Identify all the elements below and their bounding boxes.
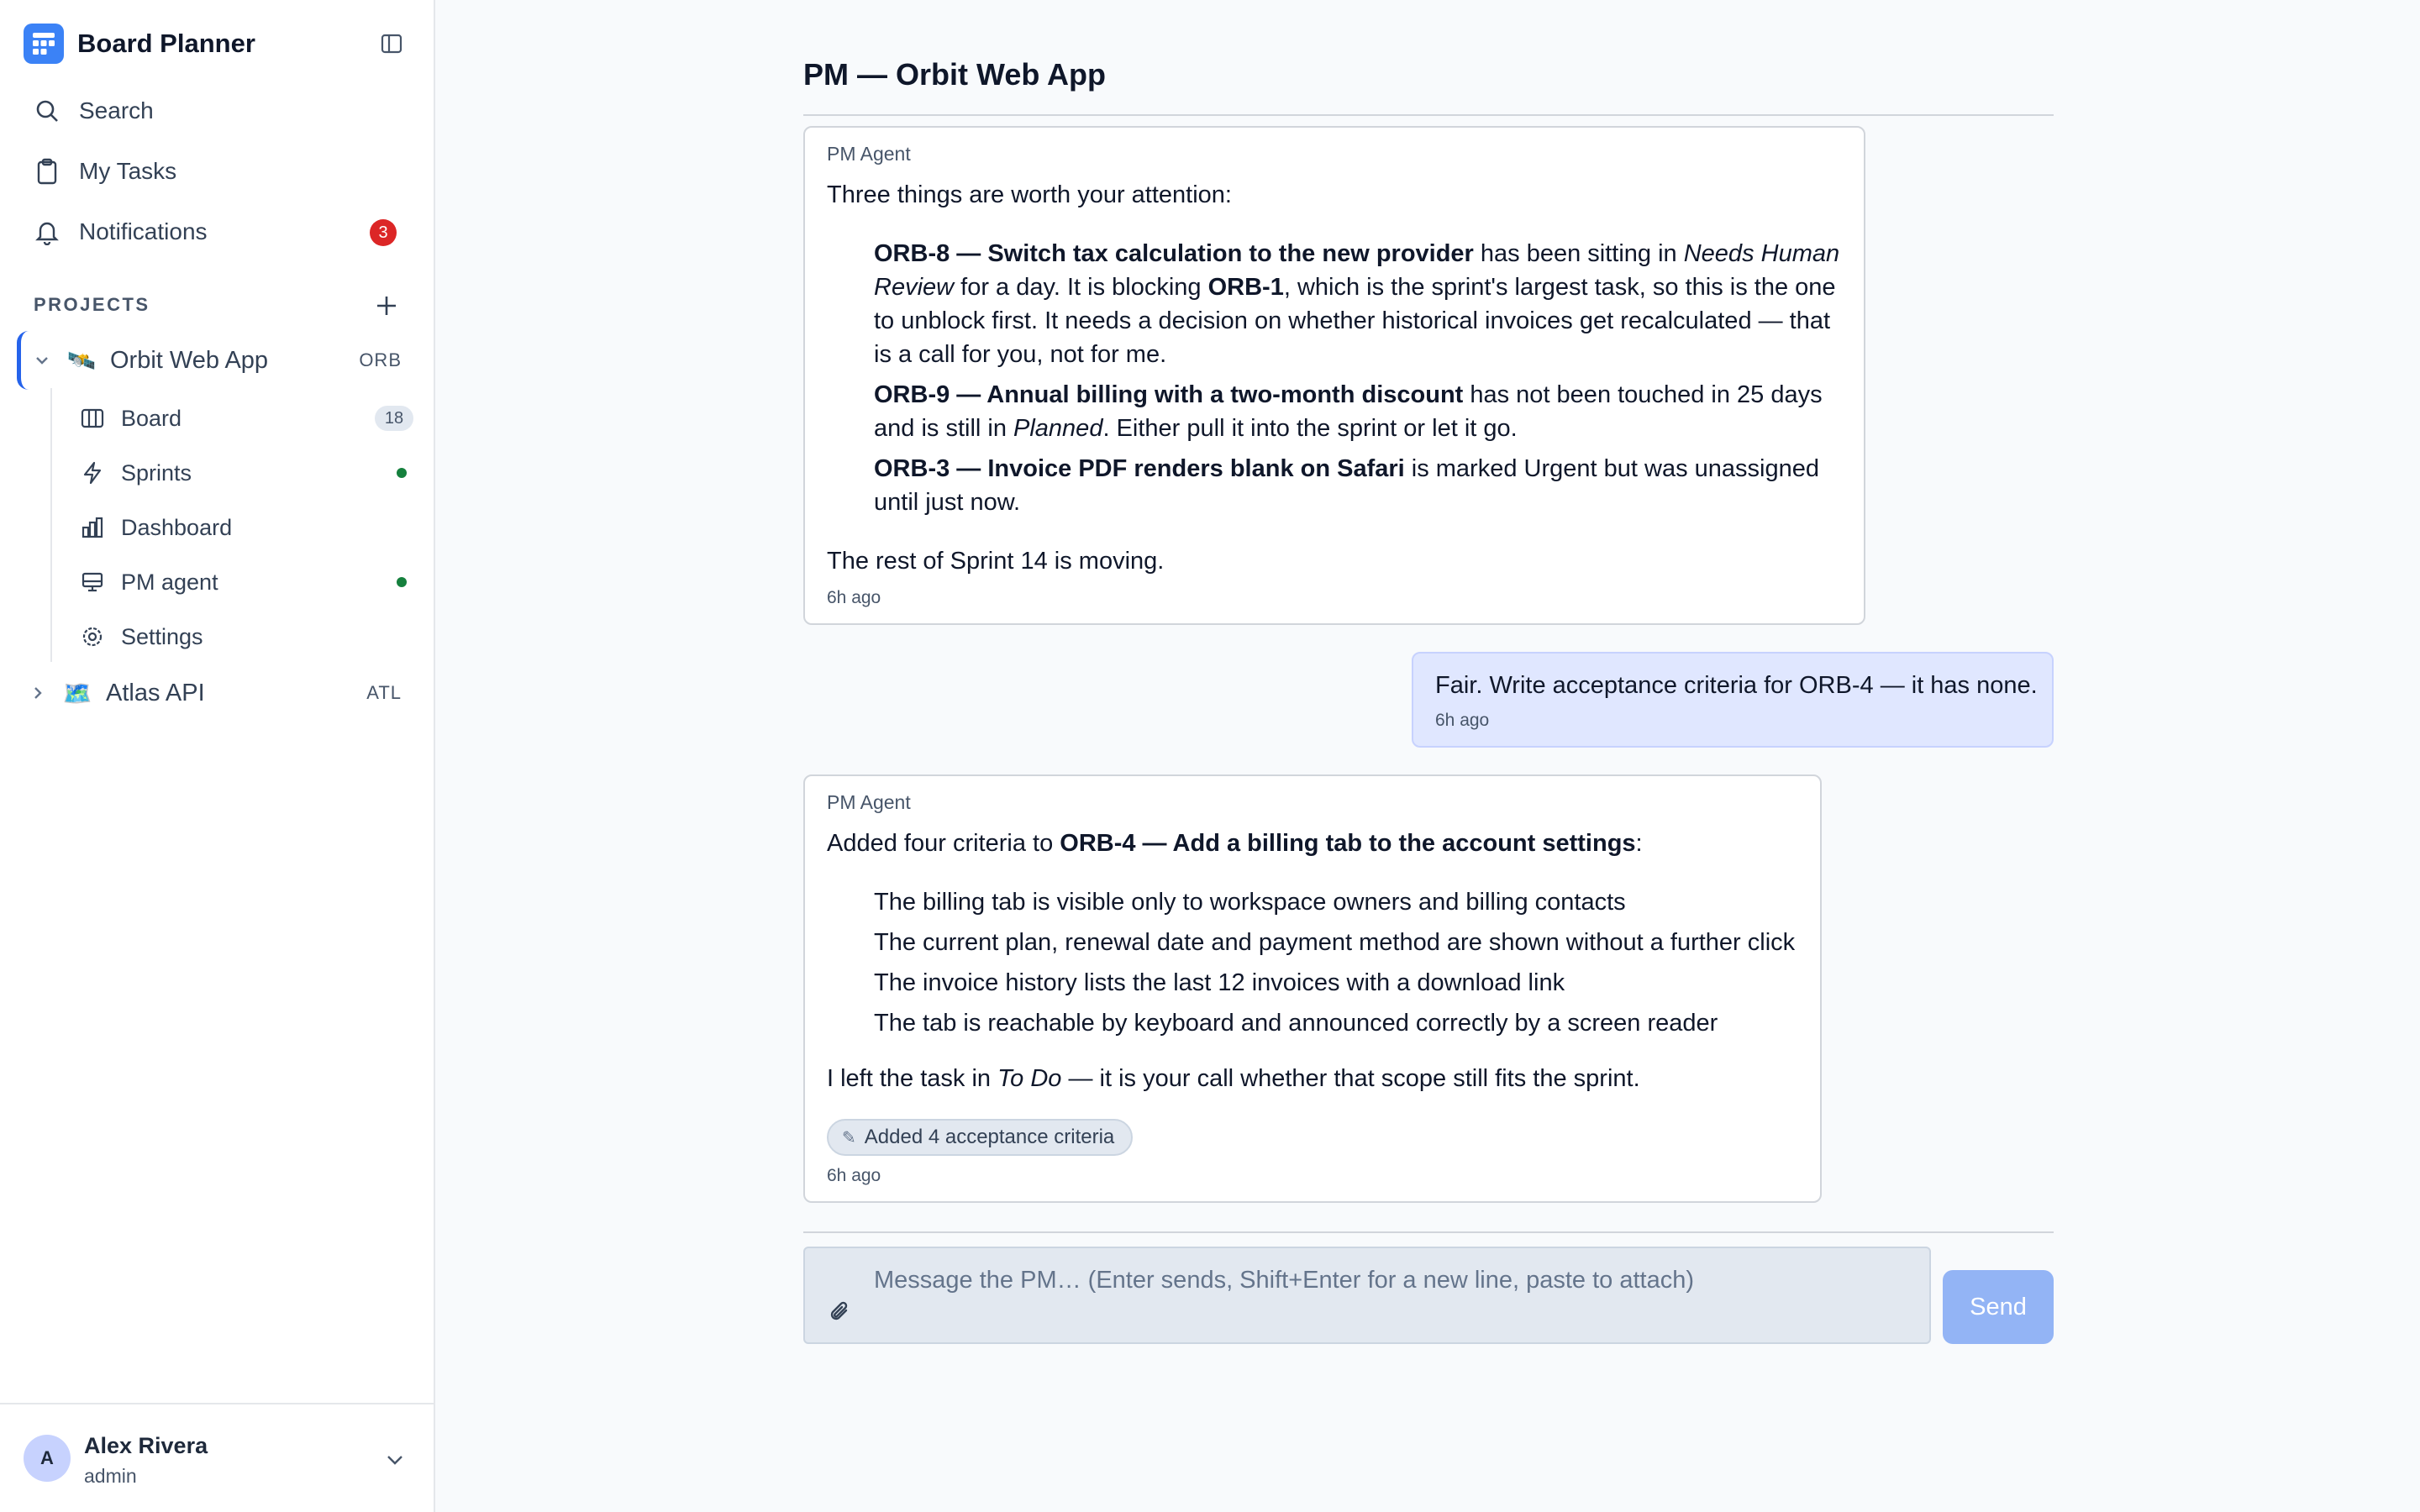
subnav-settings-label: Settings — [121, 623, 203, 649]
subnav-board-label: Board — [121, 405, 182, 431]
chevron-right-icon[interactable] — [17, 685, 59, 701]
avatar: A — [24, 1435, 71, 1482]
subnav-settings[interactable]: Settings — [77, 613, 413, 660]
nav-search-label: Search — [79, 97, 154, 123]
message-timestamp: 6h ago — [827, 588, 881, 607]
project-key: ORB — [359, 349, 402, 370]
message-sender: PM Agent — [827, 143, 911, 165]
pm-agent-status-dot — [397, 577, 407, 587]
clipboard-icon — [22, 158, 72, 185]
subnav-pm-agent[interactable]: PM agent — [77, 559, 413, 606]
message-outro: The rest of Sprint 14 is moving. — [827, 548, 1165, 575]
page-title: PM — Orbit Web App — [803, 57, 1106, 92]
title-divider — [803, 114, 2054, 116]
status-text: To Do — [997, 1065, 1062, 1092]
list-item: The tab is reachable by keyboard and ann… — [874, 1010, 1718, 1037]
message-sender: PM Agent — [827, 791, 911, 813]
user-name: Alex Rivera — [84, 1433, 208, 1458]
attention-list: ORB-8 — Switch tax calculation to the ne… — [874, 237, 1849, 526]
add-project-plus-icon[interactable] — [370, 289, 403, 323]
sidebar-toggle-icon[interactable] — [375, 30, 408, 57]
paperclip-icon[interactable] — [823, 1295, 857, 1329]
action-chip-label: Added 4 acceptance criteria — [864, 1126, 1115, 1148]
list-item: The billing tab is visible only to works… — [874, 889, 1626, 916]
message-intro-text: Added four criteria to — [827, 830, 1060, 857]
list-item-text: . Either pull it into the sprint or let … — [1102, 415, 1518, 442]
user-message-text: Fair. Write acceptance criteria for ORB-… — [1435, 672, 2038, 699]
message-timestamp: 6h ago — [1435, 711, 1490, 730]
sprints-status-dot — [397, 468, 407, 478]
chevron-down-icon[interactable] — [21, 353, 63, 368]
pencil-icon: ✎ — [842, 1128, 856, 1147]
list-item-text: has been sitting in — [1473, 240, 1684, 267]
user-role: admin — [84, 1465, 137, 1487]
message-intro: Added four criteria to ORB-4 — Add a bil… — [827, 827, 1802, 860]
list-item: The current plan, renewal date and payme… — [874, 929, 1796, 956]
list-item-text: for a day. It is blocking — [954, 274, 1208, 301]
nav-my-tasks-label: My Tasks — [79, 158, 177, 184]
project-subnav: Board 18 Sprints Dashboard PM agent Sett… — [50, 388, 418, 662]
board-count-badge: 18 — [375, 406, 413, 431]
subnav-dashboard[interactable]: Dashboard — [77, 504, 413, 551]
user-account[interactable]: A Alex Rivera admin — [0, 1403, 435, 1512]
subnav-sprints[interactable]: Sprints — [77, 449, 413, 496]
project-key: ATL — [366, 682, 402, 703]
message-intro-text: : — [1635, 830, 1643, 857]
notifications-count-badge: 3 — [370, 219, 397, 246]
ticket-link[interactable]: ORB-1 — [1208, 274, 1284, 301]
agent-message: PM Agent Three things are worth your att… — [803, 126, 1865, 625]
nav-notifications[interactable]: Notifications 3 — [22, 207, 413, 257]
list-item: ORB-3 — Invoice PDF renders blank on Saf… — [874, 452, 1849, 519]
lightning-icon — [77, 461, 108, 485]
message-input-placeholder: Message the PM… (Enter sends, Shift+Ente… — [874, 1267, 1695, 1294]
brand[interactable]: Board Planner — [24, 24, 255, 64]
bell-icon — [22, 218, 72, 245]
message-outro-text: I left the task in — [827, 1065, 998, 1092]
project-name: Atlas API — [106, 679, 205, 706]
settings-icon — [77, 625, 108, 648]
subnav-dashboard-label: Dashboard — [121, 514, 233, 540]
message-intro: Three things are worth your attention: — [827, 181, 1232, 208]
message-outro-text: — it is your call whether that scope sti… — [1061, 1065, 1640, 1092]
app-logo-icon — [24, 24, 64, 64]
chevron-down-icon[interactable] — [378, 1443, 412, 1477]
project-emoji-icon: 🗺️ — [62, 680, 92, 706]
project-orbit-web-app[interactable]: 🛰️ Orbit Web App ORB — [17, 331, 418, 390]
list-item: ORB-8 — Switch tax calculation to the ne… — [874, 237, 1849, 371]
ticket-link[interactable]: ORB-4 — Add a billing tab to the account… — [1060, 830, 1635, 857]
composer-divider — [803, 1231, 2054, 1233]
subnav-sprints-label: Sprints — [121, 459, 192, 486]
message-timestamp: 6h ago — [827, 1166, 881, 1185]
bar-chart-icon — [77, 516, 108, 539]
search-icon — [22, 97, 72, 124]
action-chip[interactable]: ✎ Added 4 acceptance criteria — [827, 1119, 1134, 1156]
app-title: Board Planner — [77, 29, 255, 58]
user-message: Fair. Write acceptance criteria for ORB-… — [1412, 652, 2054, 748]
list-item: ORB-9 — Annual billing with a two-month … — [874, 378, 1849, 445]
subnav-pm-agent-label: PM agent — [121, 569, 218, 595]
ticket-link[interactable]: ORB-8 — Switch tax calculation to the ne… — [874, 240, 1474, 267]
criteria-list: The billing tab is visible only to works… — [874, 885, 1815, 1047]
send-button[interactable]: Send — [1943, 1270, 2054, 1344]
list-item: The invoice history lists the last 12 in… — [874, 969, 1565, 996]
nav-search[interactable]: Search — [22, 86, 413, 136]
message-outro: I left the task in To Do — it is your ca… — [827, 1062, 1802, 1095]
nav-my-tasks[interactable]: My Tasks — [22, 146, 413, 197]
project-atlas-api[interactable]: 🗺️ Atlas API ATL — [17, 664, 418, 722]
subnav-board[interactable]: Board 18 — [77, 395, 413, 442]
ticket-link[interactable]: ORB-3 — Invoice PDF renders blank on Saf… — [874, 455, 1405, 482]
sidebar: Board Planner Search My Tasks Notificati… — [0, 0, 435, 1512]
ticket-link[interactable]: ORB-9 — Annual billing with a two-month … — [874, 381, 1463, 408]
project-emoji-icon: 🛰️ — [66, 347, 97, 374]
board-icon — [77, 407, 108, 429]
message-input[interactable]: Message the PM… (Enter sends, Shift+Ente… — [803, 1247, 1931, 1344]
agent-message: PM Agent Added four criteria to ORB-4 — … — [803, 774, 1822, 1203]
nav-notifications-label: Notifications — [79, 218, 208, 244]
status-text: Planned — [1013, 415, 1103, 442]
projects-section-label: PROJECTS — [34, 294, 150, 315]
project-name: Orbit Web App — [110, 346, 269, 374]
monitor-icon — [77, 570, 108, 594]
